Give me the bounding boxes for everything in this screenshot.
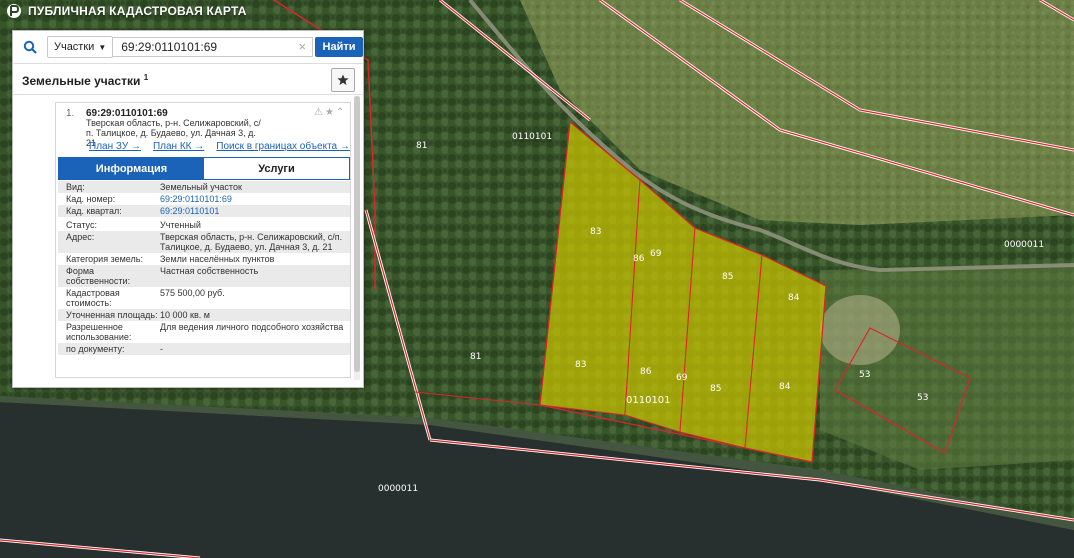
- info-value: Тверская область, р-н. Селижаровский, с/…: [160, 232, 343, 252]
- quarter-label: 0000011: [1004, 240, 1045, 250]
- info-row: по документу: -: [58, 343, 350, 355]
- results-count: 1: [143, 73, 149, 82]
- parcel-number-label: 83: [590, 227, 602, 237]
- info-key: Форма собственности:: [66, 266, 131, 286]
- app-title: ПУБЛИЧНАЯ КАДАСТРОВАЯ КАРТА: [28, 4, 247, 18]
- quarter-label: 0110101: [512, 132, 553, 142]
- info-row: Форма собственности: Частная собственност…: [58, 265, 350, 287]
- results-header: Земельные участки 1: [13, 64, 363, 95]
- parcel-number-label: 53: [859, 370, 871, 380]
- info-key: по документу:: [66, 344, 125, 354]
- search-bar: Участки ▼ 69:29:0110101:69 × Найти: [13, 31, 363, 64]
- info-value: -: [160, 344, 163, 354]
- info-row: Разрешенное использование: Для ведения ли…: [58, 321, 350, 343]
- parcel-number-label: 69: [650, 249, 662, 259]
- parcel-number-label: 81: [470, 352, 482, 362]
- quarter-label: 0110101: [626, 395, 671, 406]
- search-icon[interactable]: [13, 31, 47, 63]
- info-value: Земли населённых пунктов: [160, 254, 275, 264]
- scrollbar-thumb[interactable]: [354, 96, 360, 372]
- info-row: Кад. номер: 69:29:0110101:69: [58, 193, 350, 205]
- info-value: Частная собственность: [160, 266, 259, 276]
- info-row: Вид: Земельный участок: [58, 181, 350, 193]
- parcel-number-label: 69: [676, 373, 688, 383]
- clearing: [820, 295, 900, 365]
- parcel-number-label: 85: [722, 272, 734, 282]
- info-value-link[interactable]: 69:29:0110101:69: [158, 193, 350, 205]
- star-icon[interactable]: ★: [325, 107, 334, 118]
- search-type-label: Участки: [53, 41, 95, 53]
- quarter-label: 0000011: [378, 484, 419, 494]
- info-key: Кад. номер:: [66, 194, 116, 204]
- info-row: Категория земель: Земли населённых пункто…: [58, 253, 350, 265]
- results-title: Земельные участки 1: [22, 73, 149, 88]
- clear-icon[interactable]: ×: [298, 39, 306, 54]
- info-value-link[interactable]: 69:29:0110101: [158, 205, 350, 217]
- info-table: Вид: Земельный участок Кад. номер: 69:29:0…: [58, 181, 350, 355]
- caret-down-icon: ▼: [98, 42, 107, 52]
- info-value: 575 500,00 руб.: [160, 288, 225, 298]
- search-query: 69:29:0110101:69: [121, 40, 218, 54]
- info-key: Кад. квартал:: [66, 206, 122, 216]
- tab-information[interactable]: Информация: [59, 158, 204, 179]
- parcel-number-label: 81: [416, 141, 428, 151]
- result-tabs: Информация Услуги: [58, 157, 350, 180]
- parcel-number-label: 86: [633, 254, 645, 264]
- info-row: Уточненная площадь: 10 000 кв. м: [58, 309, 350, 321]
- search-type-dropdown[interactable]: Участки ▼: [46, 36, 114, 58]
- info-key: Категория земель:: [66, 254, 143, 264]
- info-key: Вид:: [66, 182, 85, 192]
- info-key: Разрешенное использование:: [66, 322, 132, 342]
- info-key: Адрес:: [66, 232, 95, 242]
- parcel-number-label: 53: [917, 393, 929, 403]
- app-header: ПУБЛИЧНАЯ КАДАСТРОВАЯ КАРТА: [6, 3, 247, 19]
- search-in-bounds-link[interactable]: Поиск в границах объекта →: [216, 141, 350, 152]
- info-row: Кад. квартал: 69:29:0110101: [58, 205, 350, 217]
- info-key: Статус:: [66, 220, 97, 230]
- info-key: Уточненная площадь:: [66, 310, 158, 320]
- star-icon: [337, 74, 349, 85]
- parcel-number-label: 83: [575, 360, 587, 370]
- parcel-number-label: 85: [710, 384, 722, 394]
- find-button[interactable]: Найти: [315, 37, 363, 57]
- card-actions: ⚠ ★ ⌃: [314, 107, 344, 118]
- warning-icon[interactable]: ⚠: [314, 107, 323, 118]
- info-value: Учтенный: [160, 220, 201, 230]
- result-rank: 1.: [66, 108, 75, 119]
- tab-services[interactable]: Услуги: [204, 158, 349, 179]
- parcel-number-label: 84: [779, 382, 791, 392]
- results-scrollbar[interactable]: [354, 96, 360, 380]
- favorites-button[interactable]: [331, 68, 355, 92]
- info-value: Земельный участок: [160, 182, 242, 192]
- plan-kk-link[interactable]: План КК →: [153, 141, 204, 152]
- result-links: План ЗУ → План КК → Поиск в границах объ…: [89, 141, 350, 152]
- info-value: Для ведения личного подсобного хозяйства: [160, 322, 344, 332]
- parcel-number-label: 86: [640, 367, 652, 377]
- search-input[interactable]: 69:29:0110101:69 ×: [113, 37, 314, 57]
- info-row: Статус: Учтенный: [58, 217, 350, 231]
- info-row: Кадастровая стоимость: 575 500,00 руб.: [58, 287, 350, 309]
- info-key: Кадастровая стоимость:: [66, 288, 120, 308]
- pkk-logo-icon: [7, 4, 21, 18]
- info-value: 10 000 кв. м: [160, 310, 210, 320]
- chevron-up-icon[interactable]: ⌃: [336, 107, 344, 118]
- plan-zu-link[interactable]: План ЗУ →: [89, 141, 141, 152]
- info-row: Адрес: Тверская область, р-н. Селижаровск…: [58, 231, 350, 253]
- parcel-number-label: 84: [788, 293, 800, 303]
